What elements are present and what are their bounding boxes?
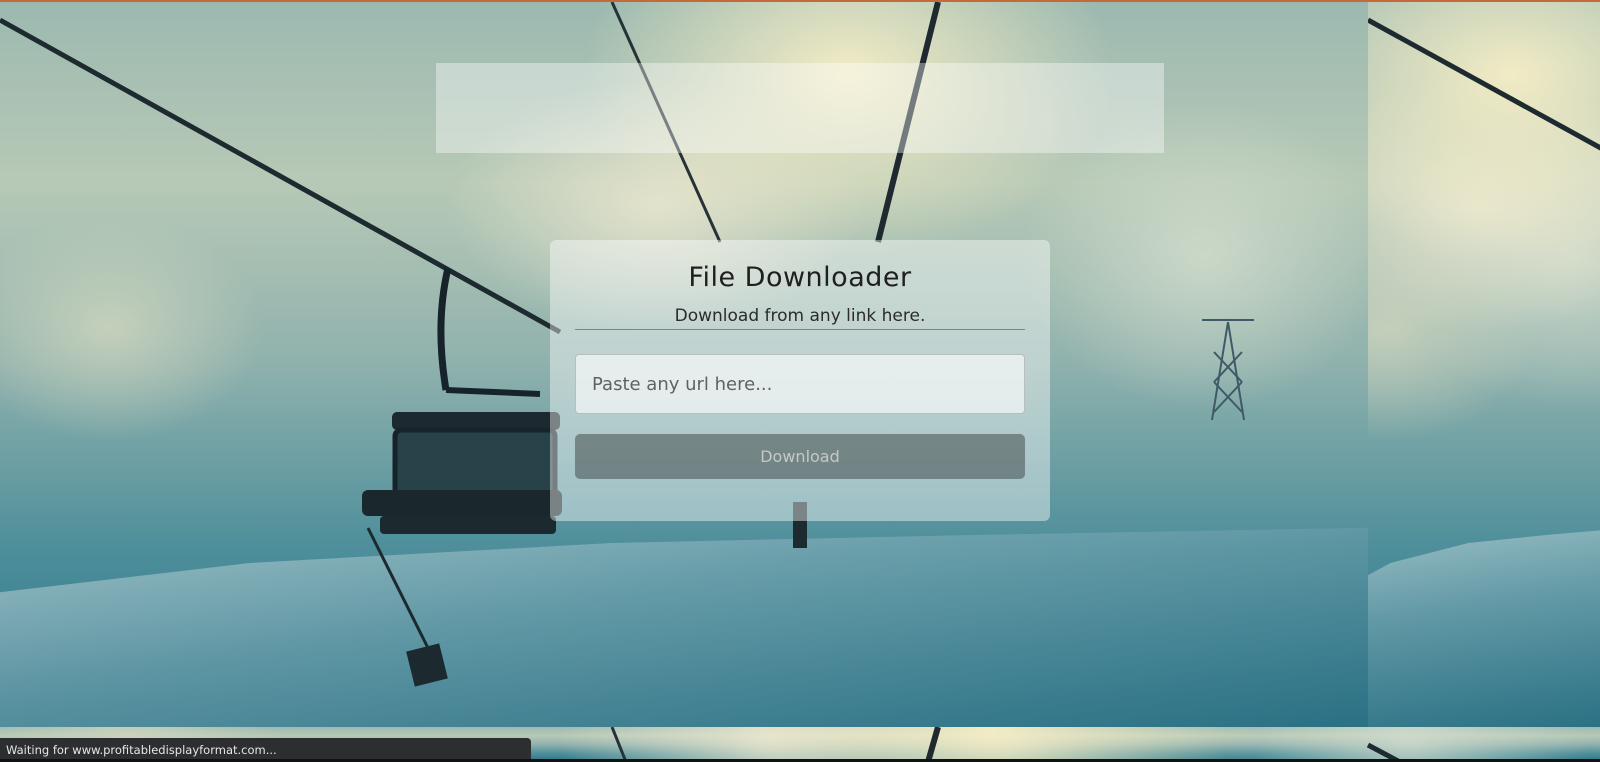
downloader-card: File Downloader Download from any link h… [550, 240, 1050, 521]
download-button[interactable]: Download [575, 434, 1025, 479]
card-subtitle: Download from any link here. [575, 306, 1025, 330]
url-input[interactable] [575, 354, 1025, 414]
pylon-tower [1202, 319, 1254, 421]
glass-banner [436, 63, 1164, 153]
chairlift-seat [362, 267, 562, 534]
background-tile-right [1368, 2, 1600, 727]
card-title: File Downloader [688, 262, 912, 293]
ski-lift-scene-right [1368, 17, 1600, 151]
lift-footrest-pole [366, 527, 432, 653]
lift-weight [406, 643, 448, 687]
